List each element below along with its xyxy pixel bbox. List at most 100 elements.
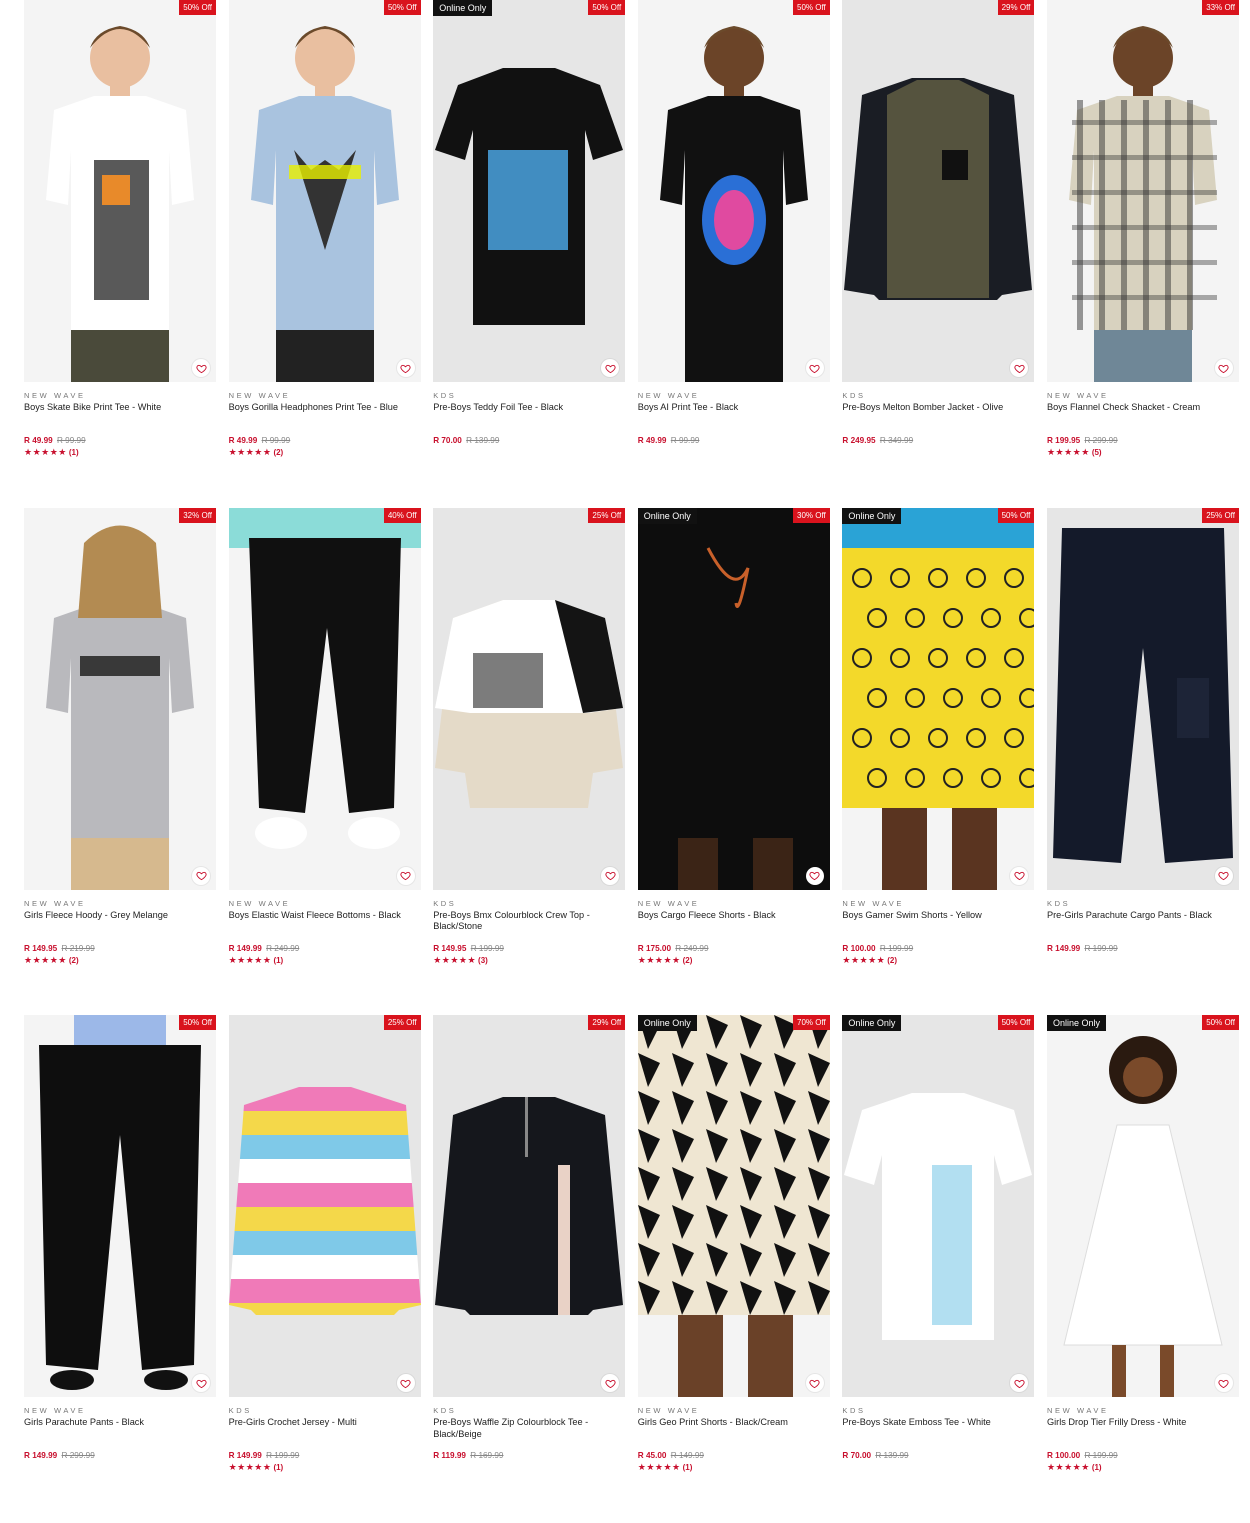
- product-name[interactable]: Girls Fleece Hoody - Grey Melange: [24, 910, 216, 944]
- wishlist-button[interactable]: [1214, 866, 1233, 885]
- heart-icon: [809, 871, 820, 881]
- product-name[interactable]: Girls Geo Print Shorts - Black/Cream: [638, 1417, 830, 1451]
- product-image[interactable]: Online Only 70% Off: [637, 1015, 830, 1397]
- product-rating[interactable]: ★★★★★ (2): [229, 447, 421, 458]
- product-image[interactable]: 50% Off: [637, 0, 830, 382]
- sale-price: R 149.99: [1046, 943, 1081, 953]
- product-card[interactable]: 50% Off NEW WAVE Boys Gorilla Headphones P…: [228, 0, 421, 508]
- wishlist-button[interactable]: [805, 359, 824, 377]
- rating-stars-icon: ★★★★★: [228, 1462, 272, 1472]
- product-rating[interactable]: ★★★★★ (3): [433, 955, 625, 966]
- sale-price: R 70.00: [433, 436, 462, 445]
- product-image-art: [228, 507, 421, 890]
- product-image[interactable]: 29% Off: [842, 0, 1035, 382]
- product-image[interactable]: 40% Off: [228, 507, 421, 890]
- product-rating[interactable]: ★★★★★ (1): [1047, 1462, 1239, 1473]
- product-rating[interactable]: ★★★★★ (2): [24, 955, 216, 966]
- heart-icon: [605, 871, 616, 881]
- product-image[interactable]: 32% Off: [24, 507, 216, 890]
- product-name[interactable]: Pre-Boys Melton Bomber Jacket - Olive: [842, 402, 1034, 436]
- product-card[interactable]: 29% Off KDS Pre-Boys Waffle Zip Colourbloc…: [433, 1015, 626, 1523]
- product-name[interactable]: Boys Gamer Swim Shorts - Yellow: [842, 910, 1034, 944]
- original-price: R 299.99: [1084, 436, 1118, 445]
- product-rating[interactable]: ★★★★★ (5): [1047, 447, 1239, 458]
- product-rating[interactable]: ★★★★★ (1): [638, 1462, 830, 1473]
- product-name[interactable]: Pre-Girls Crochet Jersey - Multi: [229, 1417, 421, 1451]
- product-image[interactable]: 25% Off: [433, 507, 626, 890]
- product-card[interactable]: 50% Off NEW WAVE Boys AI Print Tee - Black…: [637, 0, 830, 508]
- product-name[interactable]: Pre-Boys Teddy Foil Tee - Black: [433, 402, 625, 436]
- product-card[interactable]: 32% Off NEW WAVE Girls Fleece Hoody - Grey…: [24, 507, 216, 1016]
- product-image[interactable]: 50% Off: [24, 0, 216, 382]
- product-card[interactable]: Online Only 50% Off KDS Pre-Boys Skate Embo…: [842, 1015, 1035, 1523]
- product-name[interactable]: Pre-Boys Bmx Colourblock Crew Top - Blac…: [433, 910, 625, 944]
- product-image[interactable]: 50% Off: [228, 0, 421, 382]
- heart-icon: [1014, 871, 1025, 881]
- rating-stars-icon: ★★★★★: [228, 954, 272, 965]
- heart-icon: [1218, 871, 1230, 881]
- product-name[interactable]: Girls Drop Tier Frilly Dress - White: [1047, 1417, 1239, 1451]
- rating-stars-icon: ★★★★★: [637, 954, 681, 965]
- product-image[interactable]: Online Only 50% Off: [842, 1015, 1035, 1397]
- product-image[interactable]: Online Only 50% Off: [433, 0, 626, 382]
- product-rating[interactable]: ★★★★★ (1): [229, 955, 421, 966]
- discount-badge: 30% Off: [793, 507, 830, 523]
- wishlist-button[interactable]: [192, 866, 210, 885]
- wishlist-button[interactable]: [601, 866, 620, 885]
- product-price: R 149.99 R 299.99: [24, 1451, 216, 1461]
- product-name[interactable]: Pre-Boys Waffle Zip Colourblock Tee - Bl…: [433, 1417, 625, 1451]
- product-name[interactable]: Pre-Girls Parachute Cargo Pants - Black: [1047, 910, 1239, 944]
- product-image-art: [24, 1015, 216, 1397]
- product-image[interactable]: Online Only 50% Off: [1046, 1015, 1239, 1397]
- discount-badge: 50% Off: [997, 1015, 1035, 1030]
- product-price: R 100.00 R 199.99: [1047, 1451, 1239, 1461]
- product-image[interactable]: 50% Off: [24, 1015, 216, 1397]
- product-image[interactable]: 25% Off: [228, 1015, 421, 1397]
- product-name[interactable]: Boys Skate Bike Print Tee - White: [24, 402, 216, 436]
- sale-price: R 149.95: [24, 943, 58, 953]
- product-image[interactable]: 25% Off: [1046, 507, 1239, 890]
- product-card[interactable]: Online Only 70% Off NEW WAVE Girls Geo Prin…: [637, 1015, 830, 1523]
- product-name[interactable]: Pre-Boys Skate Emboss Tee - White: [842, 1417, 1034, 1451]
- product-card[interactable]: 50% Off NEW WAVE Boys Skate Bike Print Tee…: [24, 0, 216, 508]
- product-card[interactable]: 25% Off KDS Pre-Girls Parachute Cargo Pant…: [1046, 507, 1239, 1016]
- product-brand: KDS: [842, 391, 866, 400]
- product-rating[interactable]: ★★★★★ (1): [229, 1462, 421, 1473]
- product-name[interactable]: Boys AI Print Tee - Black: [638, 402, 830, 436]
- product-card[interactable]: Online Only 50% Off KDS Pre-Boys Teddy Foil…: [433, 0, 626, 508]
- wishlist-button[interactable]: [396, 359, 415, 377]
- wishlist-button[interactable]: [192, 359, 210, 377]
- product-card[interactable]: 25% Off KDS Pre-Boys Bmx Colourblock Crew …: [433, 507, 626, 1016]
- product-card[interactable]: 25% Off KDS Pre-Girls Crochet Jersey - Mul…: [228, 1015, 421, 1523]
- product-image[interactable]: 33% Off: [1046, 0, 1239, 382]
- product-card[interactable]: Online Only 30% Off NEW WAVE Boys Cargo Fle…: [637, 507, 830, 1016]
- product-image[interactable]: 29% Off: [433, 1015, 626, 1397]
- product-brand: NEW WAVE: [24, 391, 86, 400]
- product-name[interactable]: Girls Parachute Pants - Black: [24, 1417, 216, 1451]
- product-name[interactable]: Boys Flannel Check Shacket - Cream: [1047, 402, 1239, 436]
- wishlist-button[interactable]: [192, 1374, 210, 1392]
- wishlist-button[interactable]: [396, 866, 415, 885]
- wishlist-button[interactable]: [1010, 866, 1029, 885]
- wishlist-button[interactable]: [396, 1374, 415, 1392]
- wishlist-button[interactable]: [805, 866, 824, 885]
- product-card[interactable]: 29% Off KDS Pre-Boys Melton Bomber Jacket …: [842, 0, 1035, 508]
- product-name[interactable]: Boys Cargo Fleece Shorts - Black: [638, 910, 830, 944]
- product-rating[interactable]: ★★★★★ (2): [842, 955, 1034, 966]
- product-card[interactable]: Online Only 50% Off NEW WAVE Boys Gamer Swi…: [842, 507, 1035, 1016]
- product-image-art: [228, 0, 421, 382]
- wishlist-button[interactable]: [805, 1374, 824, 1392]
- product-image[interactable]: Online Only 30% Off: [637, 507, 830, 890]
- product-image[interactable]: Online Only 50% Off: [842, 507, 1035, 890]
- product-card[interactable]: 50% Off NEW WAVE Girls Parachute Pants - B…: [24, 1015, 216, 1523]
- product-card[interactable]: 33% Off NEW WAVE Boys Flannel Check Shacke…: [1046, 0, 1239, 508]
- product-rating[interactable]: ★★★★★ (2): [638, 955, 830, 966]
- wishlist-button[interactable]: [1214, 1374, 1233, 1392]
- rating-count: (2): [887, 955, 897, 965]
- product-name[interactable]: Boys Elastic Waist Fleece Bottoms - Blac…: [229, 910, 421, 944]
- product-rating[interactable]: ★★★★★ (1): [24, 447, 216, 458]
- wishlist-button[interactable]: [1214, 359, 1233, 377]
- product-card[interactable]: Online Only 50% Off NEW WAVE Girls Drop Tie…: [1046, 1015, 1239, 1523]
- product-card[interactable]: 40% Off NEW WAVE Boys Elastic Waist Fleece…: [228, 507, 421, 1016]
- product-name[interactable]: Boys Gorilla Headphones Print Tee - Blue: [229, 402, 421, 436]
